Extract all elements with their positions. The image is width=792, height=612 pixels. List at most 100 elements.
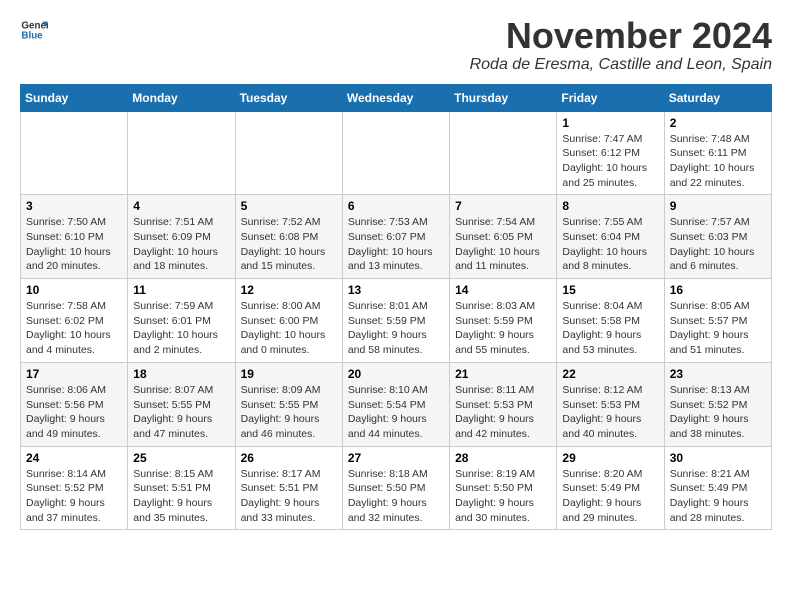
day-number: 21 [455, 367, 551, 381]
day-info: Sunrise: 8:05 AM Sunset: 5:57 PM Dayligh… [670, 299, 766, 358]
day-info: Sunrise: 8:15 AM Sunset: 5:51 PM Dayligh… [133, 467, 229, 526]
day-info: Sunrise: 8:12 AM Sunset: 5:53 PM Dayligh… [562, 383, 658, 442]
day-number: 2 [670, 116, 766, 130]
day-cell: 9Sunrise: 7:57 AM Sunset: 6:03 PM Daylig… [664, 195, 771, 279]
day-cell: 4 Sunrise: 7:51 AM Sunset: 6:09 PM Daylig… [128, 195, 235, 279]
day-cell: 1Sunrise: 7:47 AM Sunset: 6:12 PM Daylig… [557, 111, 664, 195]
day-number: 5 [241, 199, 337, 213]
day-info: Sunrise: 7:55 AM Sunset: 6:04 PM Dayligh… [562, 215, 658, 274]
day-cell: 12Sunrise: 8:00 AM Sunset: 6:00 PM Dayli… [235, 279, 342, 363]
day-cell [21, 111, 128, 195]
day-cell: 29 Sunrise: 8:20 AM Sunset: 5:49 PM Dayli… [557, 446, 664, 530]
day-number: 7 [455, 199, 551, 213]
day-cell: 25 Sunrise: 8:15 AM Sunset: 5:51 PM Dayli… [128, 446, 235, 530]
day-info: Sunrise: 7:47 AM Sunset: 6:12 PM Dayligh… [562, 132, 658, 191]
day-cell: 10 Sunrise: 7:58 AM Sunset: 6:02 PM Dayli… [21, 279, 128, 363]
page-header: General Blue November 2024 Roda de Eresm… [20, 16, 772, 74]
day-info: Sunrise: 8:20 AM Sunset: 5:49 PM Dayligh… [562, 467, 658, 526]
day-cell: 6 Sunrise: 7:53 AM Sunset: 6:07 PM Daylig… [342, 195, 449, 279]
header-thursday: Thursday [450, 84, 557, 111]
header-tuesday: Tuesday [235, 84, 342, 111]
day-number: 6 [348, 199, 444, 213]
day-cell: 24 Sunrise: 8:14 AM Sunset: 5:52 PM Dayli… [21, 446, 128, 530]
week-row-0: 1Sunrise: 7:47 AM Sunset: 6:12 PM Daylig… [21, 111, 772, 195]
day-cell: 11Sunrise: 7:59 AM Sunset: 6:01 PM Dayli… [128, 279, 235, 363]
day-info: Sunrise: 8:04 AM Sunset: 5:58 PM Dayligh… [562, 299, 658, 358]
day-info: Sunrise: 7:50 AM Sunset: 6:10 PM Dayligh… [26, 215, 122, 274]
day-number: 9 [670, 199, 766, 213]
day-number: 14 [455, 283, 551, 297]
logo: General Blue [20, 16, 48, 44]
day-info: Sunrise: 8:07 AM Sunset: 5:55 PM Dayligh… [133, 383, 229, 442]
day-cell: 8 Sunrise: 7:55 AM Sunset: 6:04 PM Daylig… [557, 195, 664, 279]
day-cell [342, 111, 449, 195]
day-cell [235, 111, 342, 195]
day-info: Sunrise: 7:54 AM Sunset: 6:05 PM Dayligh… [455, 215, 551, 274]
day-cell [128, 111, 235, 195]
day-number: 24 [26, 451, 122, 465]
day-number: 25 [133, 451, 229, 465]
day-info: Sunrise: 7:52 AM Sunset: 6:08 PM Dayligh… [241, 215, 337, 274]
day-info: Sunrise: 7:48 AM Sunset: 6:11 PM Dayligh… [670, 132, 766, 191]
day-number: 16 [670, 283, 766, 297]
day-number: 23 [670, 367, 766, 381]
day-cell: 23 Sunrise: 8:13 AM Sunset: 5:52 PM Dayli… [664, 362, 771, 446]
day-info: Sunrise: 8:13 AM Sunset: 5:52 PM Dayligh… [670, 383, 766, 442]
month-title: November 2024 [470, 16, 772, 56]
day-cell: 15Sunrise: 8:04 AM Sunset: 5:58 PM Dayli… [557, 279, 664, 363]
day-cell: 7 Sunrise: 7:54 AM Sunset: 6:05 PM Daylig… [450, 195, 557, 279]
day-cell: 2 Sunrise: 7:48 AM Sunset: 6:11 PM Daylig… [664, 111, 771, 195]
day-cell: 20 Sunrise: 8:10 AM Sunset: 5:54 PM Dayli… [342, 362, 449, 446]
day-number: 20 [348, 367, 444, 381]
day-info: Sunrise: 8:17 AM Sunset: 5:51 PM Dayligh… [241, 467, 337, 526]
day-cell: 18 Sunrise: 8:07 AM Sunset: 5:55 PM Dayli… [128, 362, 235, 446]
day-number: 22 [562, 367, 658, 381]
day-number: 8 [562, 199, 658, 213]
day-number: 19 [241, 367, 337, 381]
day-number: 10 [26, 283, 122, 297]
day-number: 29 [562, 451, 658, 465]
day-info: Sunrise: 7:51 AM Sunset: 6:09 PM Dayligh… [133, 215, 229, 274]
day-number: 18 [133, 367, 229, 381]
day-info: Sunrise: 8:18 AM Sunset: 5:50 PM Dayligh… [348, 467, 444, 526]
header-sunday: Sunday [21, 84, 128, 111]
day-number: 4 [133, 199, 229, 213]
header-friday: Friday [557, 84, 664, 111]
week-row-1: 3 Sunrise: 7:50 AM Sunset: 6:10 PM Daylig… [21, 195, 772, 279]
day-cell: 21Sunrise: 8:11 AM Sunset: 5:53 PM Dayli… [450, 362, 557, 446]
day-number: 30 [670, 451, 766, 465]
header-monday: Monday [128, 84, 235, 111]
day-info: Sunrise: 7:53 AM Sunset: 6:07 PM Dayligh… [348, 215, 444, 274]
day-info: Sunrise: 7:58 AM Sunset: 6:02 PM Dayligh… [26, 299, 122, 358]
day-number: 17 [26, 367, 122, 381]
day-number: 13 [348, 283, 444, 297]
day-number: 11 [133, 283, 229, 297]
day-cell: 13Sunrise: 8:01 AM Sunset: 5:59 PM Dayli… [342, 279, 449, 363]
title-block: November 2024 Roda de Eresma, Castille a… [470, 16, 772, 74]
day-info: Sunrise: 8:09 AM Sunset: 5:55 PM Dayligh… [241, 383, 337, 442]
day-info: Sunrise: 8:19 AM Sunset: 5:50 PM Dayligh… [455, 467, 551, 526]
day-cell: 3 Sunrise: 7:50 AM Sunset: 6:10 PM Daylig… [21, 195, 128, 279]
location-title: Roda de Eresma, Castille and Leon, Spain [470, 56, 772, 74]
day-info: Sunrise: 8:03 AM Sunset: 5:59 PM Dayligh… [455, 299, 551, 358]
day-number: 3 [26, 199, 122, 213]
day-info: Sunrise: 8:06 AM Sunset: 5:56 PM Dayligh… [26, 383, 122, 442]
day-number: 28 [455, 451, 551, 465]
day-cell: 5 Sunrise: 7:52 AM Sunset: 6:08 PM Daylig… [235, 195, 342, 279]
svg-text:Blue: Blue [21, 30, 43, 41]
logo-icon: General Blue [20, 16, 48, 44]
day-cell [450, 111, 557, 195]
day-cell: 22 Sunrise: 8:12 AM Sunset: 5:53 PM Dayli… [557, 362, 664, 446]
calendar-header-row: SundayMondayTuesdayWednesdayThursdayFrid… [21, 84, 772, 111]
day-info: Sunrise: 8:14 AM Sunset: 5:52 PM Dayligh… [26, 467, 122, 526]
day-cell: 16 Sunrise: 8:05 AM Sunset: 5:57 PM Dayli… [664, 279, 771, 363]
week-row-4: 24 Sunrise: 8:14 AM Sunset: 5:52 PM Dayli… [21, 446, 772, 530]
week-row-3: 17 Sunrise: 8:06 AM Sunset: 5:56 PM Dayli… [21, 362, 772, 446]
header-wednesday: Wednesday [342, 84, 449, 111]
header-saturday: Saturday [664, 84, 771, 111]
day-info: Sunrise: 8:21 AM Sunset: 5:49 PM Dayligh… [670, 467, 766, 526]
day-cell: 14 Sunrise: 8:03 AM Sunset: 5:59 PM Dayli… [450, 279, 557, 363]
week-row-2: 10 Sunrise: 7:58 AM Sunset: 6:02 PM Dayli… [21, 279, 772, 363]
day-cell: 26Sunrise: 8:17 AM Sunset: 5:51 PM Dayli… [235, 446, 342, 530]
day-info: Sunrise: 8:10 AM Sunset: 5:54 PM Dayligh… [348, 383, 444, 442]
